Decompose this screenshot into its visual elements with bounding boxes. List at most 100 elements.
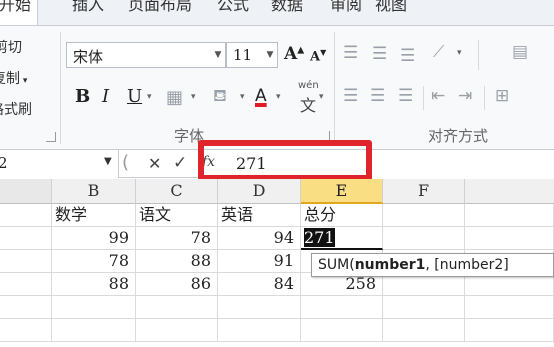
cell[interactable]	[52, 296, 136, 319]
cell[interactable]	[136, 319, 218, 342]
group-divider	[60, 32, 61, 144]
name-box[interactable]: 2 ▼	[0, 150, 119, 178]
tab-insert[interactable]: 插入	[72, 0, 104, 15]
cell[interactable]	[301, 319, 383, 342]
corner-header[interactable]	[0, 179, 52, 204]
cut-button[interactable]: 剪切	[0, 37, 22, 57]
cancel-icon[interactable]: ✕	[148, 154, 161, 173]
chevron-down-icon[interactable]: ▼	[263, 43, 277, 67]
wrap-text-icon[interactable]: ▤	[512, 42, 528, 62]
splitter-handle[interactable]: (	[122, 152, 129, 173]
chevron-down-icon[interactable]: ▾	[147, 92, 152, 102]
cell[interactable]: 88	[52, 273, 136, 296]
bold-button[interactable]: B	[75, 86, 90, 107]
chevron-down-icon[interactable]: ▼	[104, 156, 112, 167]
cell[interactable]	[52, 319, 136, 342]
chevron-down-icon[interactable]: ▾	[240, 92, 245, 102]
cell[interactable]	[465, 296, 554, 319]
group-divider	[484, 86, 485, 110]
cell[interactable]	[383, 319, 465, 342]
cell[interactable]: 78	[52, 250, 136, 273]
tooltip-rest: , [number2]	[425, 257, 509, 273]
phonetic-icon[interactable]: 文	[300, 92, 316, 116]
alignment-group-label: 对齐方式	[428, 127, 489, 145]
group-divider	[423, 86, 424, 110]
cell[interactable]: 91	[218, 250, 301, 273]
cell[interactable]: 84	[218, 273, 301, 296]
column-header-d[interactable]: D	[218, 179, 301, 204]
underline-button[interactable]: U	[127, 86, 142, 107]
fill-color-icon[interactable]: ⛾	[213, 86, 227, 108]
column-header-b[interactable]: B	[52, 179, 136, 204]
cell[interactable]: 88	[136, 250, 218, 273]
cell[interactable]: 语文	[136, 204, 218, 227]
column-header-g[interactable]	[465, 179, 554, 204]
cell[interactable]	[218, 296, 301, 319]
cell[interactable]: 总分	[301, 204, 383, 227]
decrease-indent-icon[interactable]: ⇤	[431, 86, 445, 106]
cell[interactable]: 94	[218, 227, 301, 250]
cell[interactable]	[136, 296, 218, 319]
cell[interactable]	[465, 227, 554, 250]
column-header-c[interactable]: C	[136, 179, 218, 204]
enter-icon[interactable]: ✓	[173, 153, 187, 173]
row-header[interactable]	[0, 296, 52, 319]
cell[interactable]: 99	[52, 227, 136, 250]
chevron-down-icon[interactable]: ▾	[276, 92, 281, 102]
chevron-down-icon[interactable]: ▼	[211, 43, 225, 67]
align-top-icon[interactable]: ☰	[343, 43, 358, 63]
align-left-icon[interactable]: ☰	[343, 86, 358, 106]
function-tooltip[interactable]: SUM(number1, [number2]	[311, 253, 554, 277]
border-icon[interactable]: ▦	[166, 87, 183, 108]
cell[interactable]	[218, 319, 301, 342]
align-right-icon[interactable]: ☰	[398, 86, 413, 106]
shrink-font-button[interactable]: A▼	[310, 47, 326, 64]
cell[interactable]: 英语	[218, 204, 301, 227]
column-header-e[interactable]: E	[301, 179, 383, 204]
column-header-f[interactable]: F	[383, 179, 465, 204]
cell[interactable]: 78	[136, 227, 218, 250]
cell[interactable]	[465, 204, 554, 227]
row-header[interactable]	[0, 273, 52, 296]
chevron-down-icon[interactable]: ▾	[319, 92, 324, 102]
group-divider	[334, 32, 335, 144]
format-painter-button[interactable]: 格式刷	[0, 99, 32, 119]
increase-indent-icon[interactable]: ⇥	[458, 86, 472, 106]
italic-button[interactable]: I	[102, 86, 109, 107]
row-header[interactable]	[0, 319, 52, 342]
formula-highlight-annotation	[198, 140, 372, 181]
cell[interactable]	[383, 227, 465, 250]
name-box-value: 2	[0, 154, 8, 172]
cell[interactable]: 数学	[52, 204, 136, 227]
align-middle-icon[interactable]: ☰	[372, 44, 387, 64]
tab-data[interactable]: 数据	[271, 0, 303, 15]
align-center-icon[interactable]: ☰	[370, 86, 385, 106]
tab-review[interactable]: 审阅	[330, 0, 362, 15]
tab-page-layout[interactable]: 页面布局	[128, 0, 192, 15]
cell[interactable]	[301, 296, 383, 319]
cell[interactable]	[383, 296, 465, 319]
cell[interactable]	[383, 204, 465, 227]
row-header[interactable]	[0, 204, 52, 227]
font-color-button[interactable]: A	[255, 86, 267, 106]
active-cell-editor[interactable]: 271	[301, 227, 383, 250]
group-divider	[478, 40, 479, 70]
tab-home[interactable]: 开始	[0, 0, 39, 25]
font-size-combo[interactable]: 11 ▼	[226, 42, 278, 68]
cell[interactable]: 86	[136, 273, 218, 296]
orientation-icon[interactable]: ⟋	[433, 42, 444, 62]
tab-formulas[interactable]: 公式	[217, 0, 249, 15]
align-bottom-icon[interactable]: ☰	[400, 46, 415, 66]
copy-button[interactable]: 复制 ▾	[0, 68, 27, 88]
font-name-combo[interactable]: 宋体 ▼	[66, 42, 226, 68]
row-header[interactable]	[0, 250, 52, 273]
chevron-down-icon[interactable]: ▾	[191, 92, 196, 102]
row-header[interactable]	[0, 227, 52, 250]
grow-font-button[interactable]: A▲	[284, 44, 304, 64]
merge-center-icon[interactable]: ⊞	[495, 86, 509, 106]
cell[interactable]	[465, 319, 554, 342]
tab-view[interactable]: 视图	[375, 0, 407, 15]
font-size-value: 11	[233, 46, 253, 64]
chevron-down-icon[interactable]: ▾	[457, 48, 462, 58]
clipboard-launcher-icon[interactable]	[46, 132, 56, 142]
